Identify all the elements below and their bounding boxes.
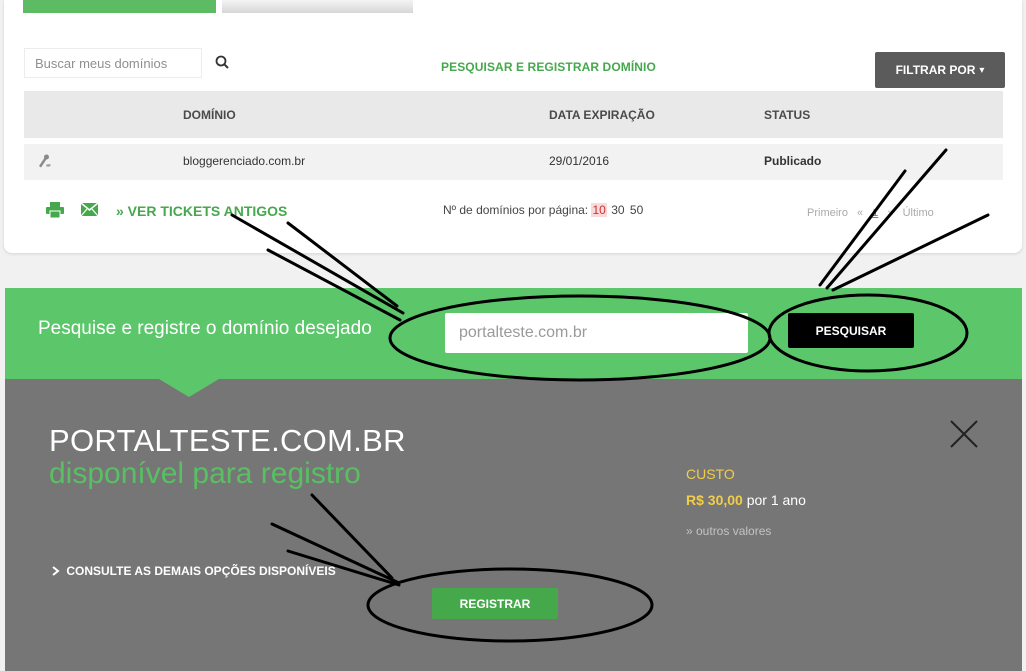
chevron-down-icon: ▾ — [979, 64, 985, 76]
per-page-option-50[interactable]: 50 — [629, 203, 644, 217]
price-value: R$ 30,00 — [686, 492, 743, 508]
filter-button[interactable]: FILTRAR POR ▾ — [875, 52, 1005, 88]
other-options-label: CONSULTE AS DEMAIS OPÇÕES DISPONÍVEIS — [66, 564, 336, 578]
availability-status: disponível para registro — [49, 457, 361, 490]
pagination-last[interactable]: Último — [903, 207, 934, 219]
table-header: DOMÍNIO DATA EXPIRAÇÃO STATUS — [24, 91, 1003, 138]
mail-icon[interactable] — [80, 202, 99, 217]
per-page-selector: Nº de domínios por página: 10 30 50 — [443, 203, 644, 217]
pagination: Primeiro « 1 » Último — [807, 207, 940, 219]
expiration-cell: 29/01/2016 — [549, 154, 610, 168]
pagination-current[interactable]: 1 — [872, 207, 878, 219]
pagination-next[interactable]: » — [887, 207, 893, 219]
cost-label: CUSTO — [686, 466, 735, 482]
other-options-link[interactable]: CONSULTE AS DEMAIS OPÇÕES DISPONÍVEIS — [51, 564, 336, 578]
result-domain: PORTALTESTE.COM.BR — [49, 423, 406, 458]
domain-cell[interactable]: bloggerenciado.com.br — [183, 154, 305, 168]
per-page-option-30[interactable]: 30 — [610, 203, 625, 217]
other-values-link[interactable]: » outros valores — [686, 524, 771, 538]
table-row[interactable]: bloggerenciado.com.br 29/01/2016 Publica… — [24, 144, 1003, 180]
result-panel: PORTALTESTE.COM.BR disponível para regis… — [5, 379, 1022, 671]
tab-my-domains[interactable] — [23, 0, 216, 13]
search-icon — [215, 55, 229, 69]
search-input[interactable] — [24, 48, 202, 78]
chevron-right-icon — [52, 566, 60, 576]
print-icon[interactable] — [46, 202, 64, 219]
search-button[interactable] — [210, 52, 234, 74]
tab-other[interactable] — [222, 0, 413, 13]
domain-search-input[interactable] — [445, 313, 748, 353]
search-domain-button[interactable]: PESQUISAR — [788, 313, 914, 348]
status-cell: Publicado — [764, 154, 822, 168]
pointer-arrow — [159, 379, 219, 397]
search-prompt: Pesquise e registre o domínio desejado — [38, 318, 372, 339]
old-tickets-link[interactable]: » VER TICKETS ANTIGOS — [116, 203, 287, 219]
column-header-expiration: DATA EXPIRAÇÃO — [549, 108, 655, 122]
column-header-domain: DOMÍNIO — [183, 108, 236, 122]
domain-tool-icon[interactable] — [36, 152, 54, 170]
per-page-option-10[interactable]: 10 — [591, 203, 607, 217]
pagination-prev[interactable]: « — [857, 207, 863, 219]
domain-search-band: Pesquise e registre o domínio desejado P… — [5, 288, 1022, 379]
column-header-status: STATUS — [764, 108, 811, 122]
price-period: por 1 ano — [746, 492, 806, 508]
pagination-first[interactable]: Primeiro — [807, 207, 848, 219]
price-line: R$ 30,00 por 1 ano — [686, 492, 806, 508]
register-button[interactable]: REGISTRAR — [432, 588, 558, 619]
filter-button-label: FILTRAR POR — [895, 63, 976, 77]
per-page-label: Nº de domínios por página: — [443, 203, 589, 217]
register-domain-link[interactable]: PESQUISAR E REGISTRAR DOMÍNIO — [441, 60, 656, 74]
close-icon[interactable] — [949, 419, 979, 449]
